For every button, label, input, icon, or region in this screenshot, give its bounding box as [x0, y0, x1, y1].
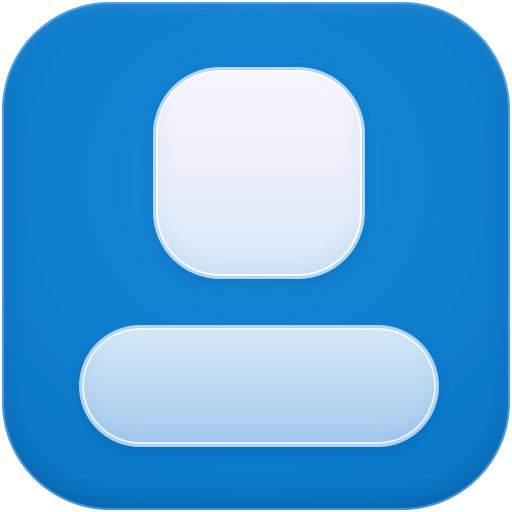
person-head-icon — [156, 70, 362, 276]
person-body-icon — [82, 328, 436, 444]
icon-canvas — [0, 0, 512, 512]
contact-app-icon[interactable] — [2, 2, 510, 510]
